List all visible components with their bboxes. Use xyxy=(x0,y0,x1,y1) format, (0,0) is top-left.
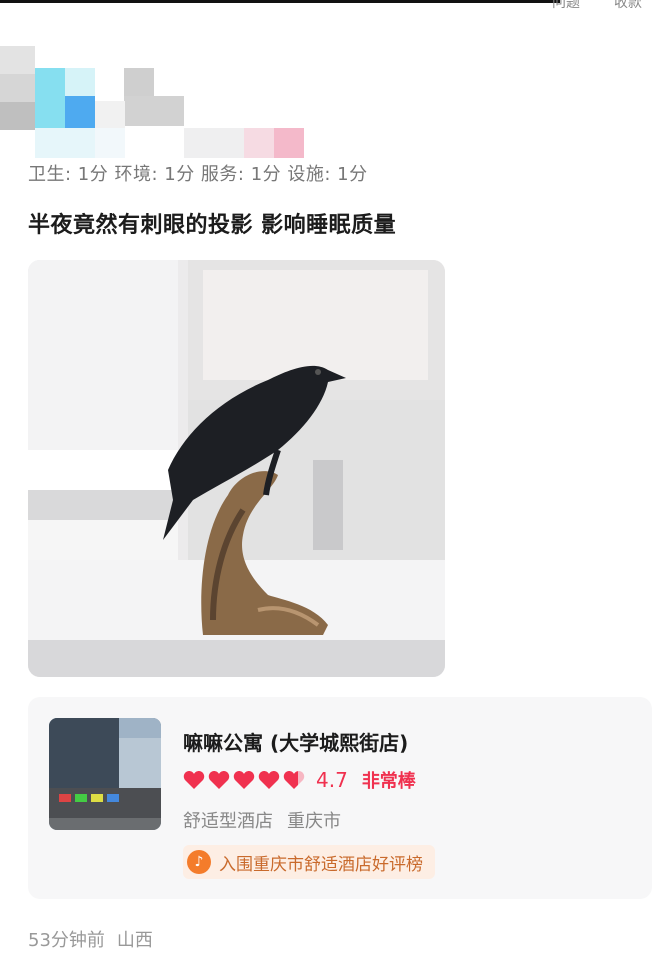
heart-icon xyxy=(183,771,205,789)
rating-score: 4.7 xyxy=(316,768,348,792)
douyin-icon: ♪ xyxy=(187,850,211,874)
top-bar: 问题 收款 xyxy=(0,0,667,12)
top-divider xyxy=(0,0,560,3)
heart-icon xyxy=(208,771,230,789)
badge-text: 入围重庆市舒适酒店好评榜 xyxy=(219,854,423,875)
heart-icon xyxy=(283,771,305,789)
top-left-label[interactable]: 问题 xyxy=(552,0,580,12)
rating-label: 非常棒 xyxy=(361,771,416,792)
post-meta: 53分钟前 山西 xyxy=(28,926,153,952)
review-scores: 卫生: 1分 环境: 1分 服务: 1分 设施: 1分 xyxy=(28,164,368,185)
hotel-city: 重庆市 xyxy=(287,811,341,832)
blurred-user-avatar xyxy=(0,46,310,161)
hotel-meta: 舒适型酒店 重庆市 xyxy=(183,807,341,833)
heart-icon xyxy=(258,771,280,789)
hotel-rating: 4.7 非常棒 xyxy=(183,767,416,793)
hotel-card[interactable]: 嘛嘛公寓 (大学城熙街店) 4.7 非常棒 舒适型酒店 重庆市 ♪ 入围重庆市舒适… xyxy=(28,697,652,899)
hotel-thumbnail xyxy=(49,718,161,830)
hotel-type: 舒适型酒店 xyxy=(183,811,273,832)
review-photo[interactable] xyxy=(28,260,445,677)
post-location: 山西 xyxy=(116,930,153,951)
heart-icon xyxy=(233,771,255,789)
hotel-name[interactable]: 嘛嘛公寓 (大学城熙街店) xyxy=(183,727,408,756)
review-headline: 半夜竟然有刺眼的投影 影响睡眠质量 xyxy=(28,213,397,238)
post-time: 53分钟前 xyxy=(28,930,105,951)
top-right-label[interactable]: 收款 xyxy=(614,0,642,12)
crow-statue-image xyxy=(28,260,445,677)
ranking-badge[interactable]: ♪ 入围重庆市舒适酒店好评榜 xyxy=(183,845,435,879)
